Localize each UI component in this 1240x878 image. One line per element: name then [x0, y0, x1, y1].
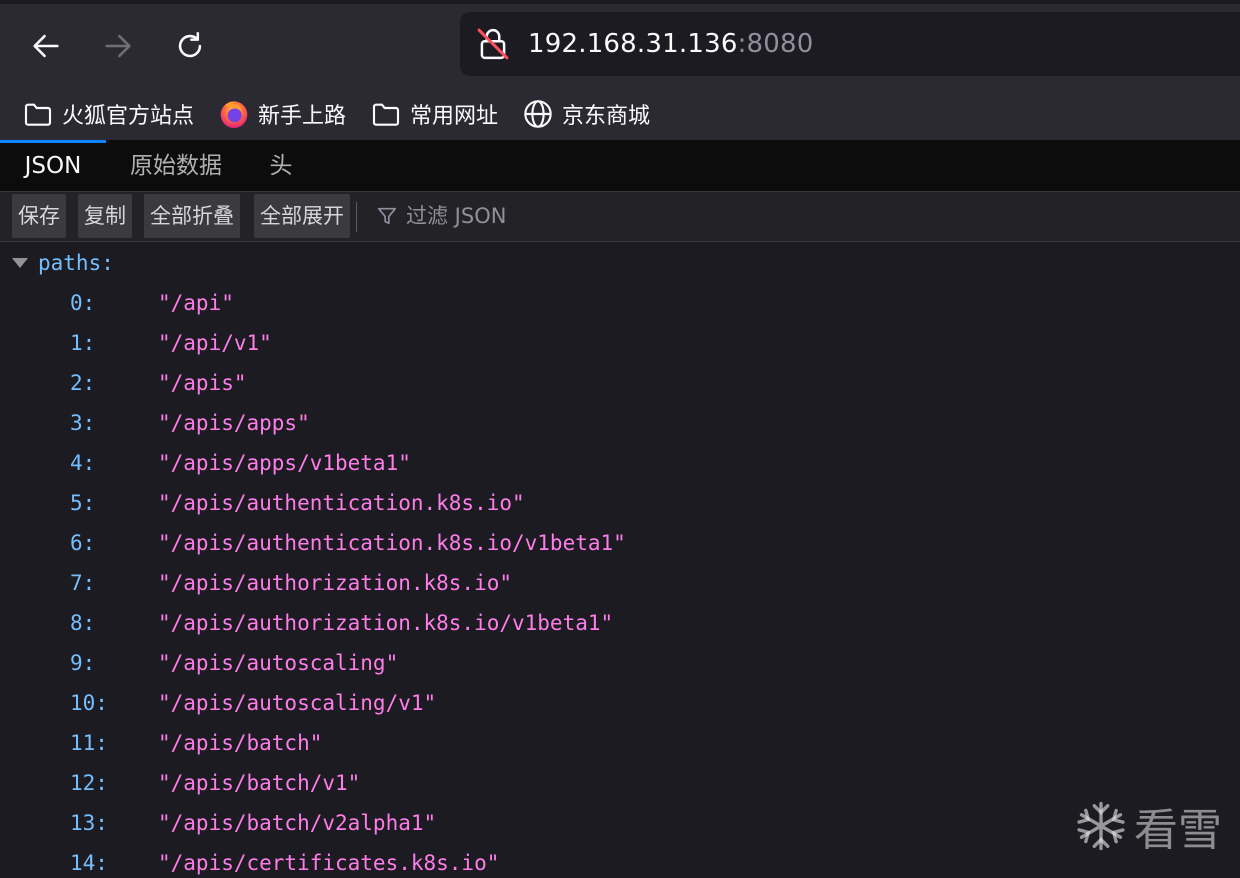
- url-text[interactable]: 192.168.31.136:8080: [528, 26, 814, 62]
- tab-raw-data[interactable]: 原始数据: [120, 140, 232, 191]
- json-index: 2:: [70, 371, 96, 395]
- json-string-value: "/api": [158, 291, 234, 315]
- json-string-value: "/apis/batch/v1": [158, 771, 361, 795]
- reload-button[interactable]: [166, 22, 214, 70]
- watermark-text: 看雪: [1134, 805, 1222, 856]
- arrow-left-icon: [33, 34, 59, 58]
- json-string-value: "/apis/apps/v1beta1": [158, 451, 411, 475]
- json-string-value: "/apis/autoscaling": [158, 651, 399, 675]
- bookmark-label: 火狐官方站点: [62, 104, 195, 129]
- json-string-value: "/apis/authentication.k8s.io/v1beta1": [158, 531, 626, 555]
- copy-button[interactable]: 复制: [78, 194, 132, 238]
- bookmark-label: 新手上路: [258, 104, 347, 129]
- json-index: 5:: [70, 491, 96, 515]
- filter-icon: [377, 207, 397, 225]
- json-index: 7:: [70, 571, 96, 595]
- json-viewer-tabs: JSON 原始数据 头: [0, 140, 1240, 192]
- bookmark-getting-started[interactable]: 新手上路: [218, 96, 346, 132]
- reload-icon: [178, 31, 202, 58]
- json-string-value: "/apis/autoscaling/v1": [158, 691, 437, 715]
- bookmark-label: 常用网址: [410, 104, 499, 129]
- json-string-value: "/apis/batch": [158, 731, 323, 755]
- save-button[interactable]: 保存: [12, 194, 66, 238]
- url-port: :8080: [737, 29, 814, 59]
- arrow-right-icon: [105, 34, 131, 58]
- browser-toolbar: 192.168.31.136:8080: [0, 0, 1240, 88]
- json-root-row[interactable]: paths:: [0, 248, 300, 278]
- window-top-edge: [0, 0, 1240, 4]
- toolbar-separator: [356, 202, 357, 232]
- back-button[interactable]: [22, 22, 70, 70]
- firefox-icon: [220, 101, 248, 128]
- filter-json-input[interactable]: 过滤 JSON: [376, 194, 506, 238]
- bookmark-firefox-official[interactable]: 火狐官方站点: [22, 96, 194, 132]
- json-viewer-toolbar: 保存 复制 全部折叠 全部展开 过滤 JSON: [0, 192, 1240, 242]
- json-index: 0:: [70, 291, 96, 315]
- bookmark-jd-mall[interactable]: 京东商城: [522, 96, 650, 132]
- json-index: 4:: [70, 451, 96, 475]
- json-index: 13:: [70, 811, 108, 835]
- forward-button[interactable]: [94, 22, 142, 70]
- json-index: 9:: [70, 651, 96, 675]
- folder-icon: [24, 103, 52, 126]
- json-index: 12:: [70, 771, 108, 795]
- url-host: 192.168.31.136: [528, 29, 738, 59]
- json-index: 10:: [70, 691, 108, 715]
- tab-json[interactable]: JSON: [0, 140, 106, 191]
- bookmark-common-sites[interactable]: 常用网址: [370, 96, 498, 132]
- filter-placeholder: 过滤 JSON: [406, 204, 507, 228]
- json-index: 6:: [70, 531, 96, 555]
- json-string-value: "/apis/authentication.k8s.io": [158, 491, 525, 515]
- folder-icon: [372, 103, 400, 126]
- bookmark-label: 京东商城: [562, 104, 651, 129]
- json-index: 3:: [70, 411, 96, 435]
- tab-headers[interactable]: 头: [256, 140, 306, 191]
- json-string-value: "/apis/apps": [158, 411, 310, 435]
- kanxue-watermark: 看雪: [1074, 796, 1222, 856]
- globe-icon: [524, 100, 552, 128]
- json-string-value: "/apis/authorization.k8s.io": [158, 571, 513, 595]
- json-index: 1:: [70, 331, 96, 355]
- json-string-value: "/apis/batch/v2alpha1": [158, 811, 437, 835]
- json-string-value: "/api/v1": [158, 331, 272, 355]
- snowflake-icon: [1077, 801, 1125, 851]
- json-string-value: "/apis": [158, 371, 247, 395]
- expand-all-button[interactable]: 全部展开: [254, 194, 350, 238]
- json-index: 11:: [70, 731, 108, 755]
- collapse-all-button[interactable]: 全部折叠: [144, 194, 240, 238]
- insecure-lock-icon[interactable]: [476, 26, 510, 62]
- json-string-value: "/apis/authorization.k8s.io/v1beta1": [158, 611, 614, 635]
- bookmarks-toolbar: 火狐官方站点 新手上路 常用网址 京东商城: [0, 88, 1240, 140]
- json-tree: paths: 0: "/api" 1: "/api/v1" 2: "/apis" 3:…: [0, 242, 1240, 875]
- json-key-paths: paths:: [38, 251, 114, 275]
- json-index: 8:: [70, 611, 96, 635]
- url-bar[interactable]: 192.168.31.136:8080: [460, 12, 1240, 76]
- expand-toggle-icon[interactable]: [12, 258, 28, 268]
